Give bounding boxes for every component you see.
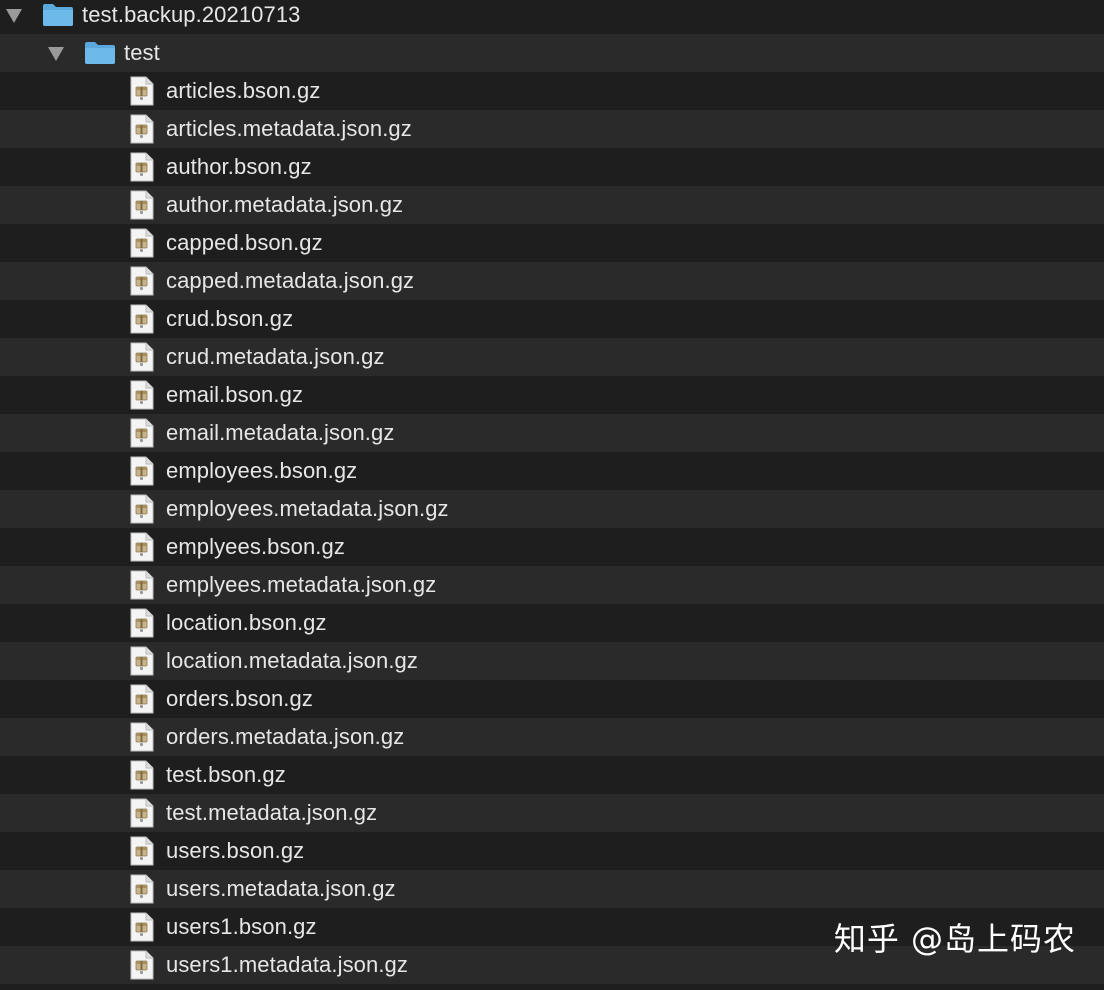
- archive-file-icon: [130, 304, 154, 334]
- file-name: email.bson.gz: [166, 382, 304, 407]
- sub-folder-name: test: [124, 40, 160, 65]
- archive-file-icon: [130, 76, 154, 106]
- file-name: users1.bson.gz: [166, 914, 317, 939]
- folder-icon: [43, 4, 73, 26]
- table-row[interactable]: location.metadata.json.gz: [0, 642, 1104, 680]
- file-name: email.metadata.json.gz: [166, 420, 395, 445]
- archive-file-icon: [130, 684, 154, 714]
- table-row[interactable]: capped.metadata.json.gz: [0, 262, 1104, 300]
- archive-file-icon: [130, 342, 154, 372]
- table-row[interactable]: email.bson.gz: [0, 376, 1104, 414]
- file-name: employees.bson.gz: [166, 458, 358, 483]
- archive-file-icon: [130, 266, 154, 296]
- file-name: users1.metadata.json.gz: [166, 952, 408, 977]
- table-row[interactable]: articles.metadata.json.gz: [0, 110, 1104, 148]
- archive-file-icon: [130, 646, 154, 676]
- file-name: crud.metadata.json.gz: [166, 344, 385, 369]
- archive-file-icon: [130, 912, 154, 942]
- file-name: capped.bson.gz: [166, 230, 323, 255]
- archive-file-icon: [130, 608, 154, 638]
- disclosure-triangle-icon[interactable]: [6, 9, 22, 23]
- watermark: 知乎 @岛上码农: [833, 920, 1076, 958]
- archive-file-icon: [130, 494, 154, 524]
- table-row[interactable]: author.metadata.json.gz: [0, 186, 1104, 224]
- tree-row-sub-folder[interactable]: test: [0, 34, 1104, 72]
- file-tree: test.backup.20210713 test articles.bson.…: [0, 0, 1104, 984]
- file-name: employees.metadata.json.gz: [166, 496, 449, 521]
- archive-file-icon: [130, 570, 154, 600]
- file-name: author.metadata.json.gz: [166, 192, 404, 217]
- archive-file-icon: [130, 152, 154, 182]
- file-name: location.metadata.json.gz: [166, 648, 418, 673]
- archive-file-icon: [130, 950, 154, 980]
- file-name: author.bson.gz: [166, 154, 312, 179]
- file-name: users.bson.gz: [166, 838, 305, 863]
- archive-file-icon: [130, 380, 154, 410]
- archive-file-icon: [130, 456, 154, 486]
- file-name: crud.bson.gz: [166, 306, 294, 331]
- table-row[interactable]: employees.metadata.json.gz: [0, 490, 1104, 528]
- disclosure-triangle-icon[interactable]: [48, 47, 64, 61]
- file-name: orders.bson.gz: [166, 686, 313, 711]
- archive-file-icon: [130, 836, 154, 866]
- table-row[interactable]: employees.bson.gz: [0, 452, 1104, 490]
- file-name: location.bson.gz: [166, 610, 327, 635]
- file-rows: articles.bson.gz articles.metadata.json.…: [0, 72, 1104, 984]
- archive-file-icon: [130, 114, 154, 144]
- table-row[interactable]: capped.bson.gz: [0, 224, 1104, 262]
- archive-file-icon: [130, 874, 154, 904]
- table-row[interactable]: test.bson.gz: [0, 756, 1104, 794]
- archive-file-icon: [130, 798, 154, 828]
- file-name: emplyees.bson.gz: [166, 534, 345, 559]
- root-folder-name: test.backup.20210713: [82, 2, 301, 27]
- file-name: articles.metadata.json.gz: [166, 116, 412, 141]
- file-name: articles.bson.gz: [166, 78, 321, 103]
- archive-file-icon: [130, 532, 154, 562]
- folder-icon: [85, 42, 115, 64]
- file-name: capped.metadata.json.gz: [166, 268, 415, 293]
- table-row[interactable]: crud.bson.gz: [0, 300, 1104, 338]
- table-row[interactable]: location.bson.gz: [0, 604, 1104, 642]
- archive-file-icon: [130, 190, 154, 220]
- table-row[interactable]: emplyees.bson.gz: [0, 528, 1104, 566]
- table-row[interactable]: users.metadata.json.gz: [0, 870, 1104, 908]
- file-name: emplyees.metadata.json.gz: [166, 572, 437, 597]
- table-row[interactable]: orders.bson.gz: [0, 680, 1104, 718]
- table-row[interactable]: test.metadata.json.gz: [0, 794, 1104, 832]
- file-name: orders.metadata.json.gz: [166, 724, 405, 749]
- table-row[interactable]: author.bson.gz: [0, 148, 1104, 186]
- table-row[interactable]: users.bson.gz: [0, 832, 1104, 870]
- archive-file-icon: [130, 722, 154, 752]
- archive-file-icon: [130, 760, 154, 790]
- archive-file-icon: [130, 228, 154, 258]
- table-row[interactable]: orders.metadata.json.gz: [0, 718, 1104, 756]
- file-name: test.metadata.json.gz: [166, 800, 378, 825]
- table-row[interactable]: crud.metadata.json.gz: [0, 338, 1104, 376]
- table-row[interactable]: email.metadata.json.gz: [0, 414, 1104, 452]
- table-row[interactable]: articles.bson.gz: [0, 72, 1104, 110]
- file-name: users.metadata.json.gz: [166, 876, 396, 901]
- finder-list-view: test.backup.20210713 test articles.bson.…: [0, 0, 1104, 990]
- tree-row-root-folder[interactable]: test.backup.20210713: [0, 0, 1104, 34]
- archive-file-icon: [130, 418, 154, 448]
- table-row[interactable]: emplyees.metadata.json.gz: [0, 566, 1104, 604]
- file-name: test.bson.gz: [166, 762, 286, 787]
